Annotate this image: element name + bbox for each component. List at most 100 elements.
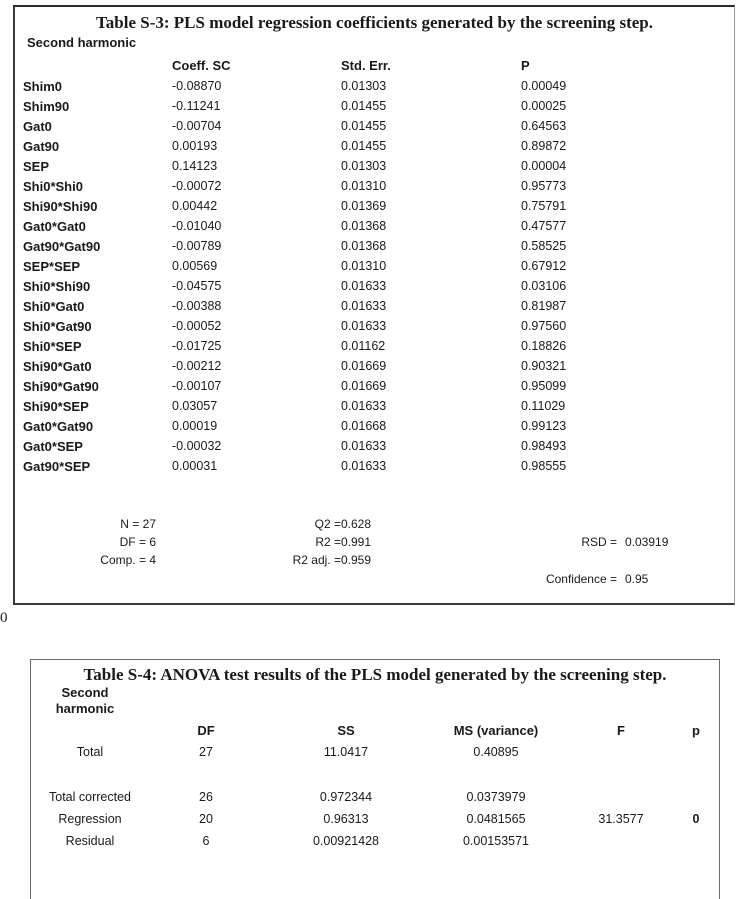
cell-coeff: 0.00019 <box>172 419 218 433</box>
cell-term: Gat0*Gat90 <box>23 419 94 434</box>
cell-p: 0.11029 <box>521 399 566 413</box>
table-s3-subheading: Second harmonic <box>27 35 137 50</box>
cell-coeff: -0.00072 <box>172 179 222 193</box>
cell-term: Shi90*Shi90 <box>23 199 98 214</box>
cell-coeff: -0.01725 <box>172 339 222 353</box>
column-header-p: P <box>521 58 530 73</box>
table-row: Gat90*Gat90 -0.00789 0.01368 0.58525 <box>15 237 734 257</box>
cell-coeff: 0.00031 <box>172 459 218 473</box>
cell-term: Shi90*Gat0 <box>23 359 92 374</box>
cell-p: 0.00025 <box>521 99 567 113</box>
cell-p: 0.00049 <box>521 79 567 93</box>
cell-coeff: -0.00212 <box>172 359 222 373</box>
column-header-df: DF <box>197 723 215 738</box>
cell-std-err: 0.01633 <box>341 319 387 333</box>
cell-std-err: 0.01162 <box>341 339 386 353</box>
cell-std-err: 0.01455 <box>341 119 387 133</box>
stat-n: N = 27 <box>120 517 156 531</box>
cell-std-err: 0.01455 <box>341 99 387 113</box>
cell-p: 0.64563 <box>521 119 567 133</box>
cell-term: Gat90 <box>23 139 60 154</box>
table-s4: Table S-4: ANOVA test results of the PLS… <box>30 659 720 899</box>
cell-source: Total corrected <box>49 790 131 804</box>
cell-p: 0.00004 <box>521 159 567 173</box>
table-row: Shi0*Shi0 -0.00072 0.01310 0.95773 <box>15 177 734 197</box>
cell-coeff: -0.00388 <box>172 299 222 313</box>
cell-term: Shi0*Shi0 <box>23 179 83 194</box>
stat-q2-value: 0.628 <box>341 517 372 531</box>
cell-std-err: 0.01310 <box>341 259 387 273</box>
cell-std-err: 0.01303 <box>341 159 387 173</box>
cell-coeff: -0.08870 <box>172 79 222 93</box>
table-row: Gat90*SEP 0.00031 0.01633 0.98555 <box>15 457 734 477</box>
table-row: Gat0*SEP -0.00032 0.01633 0.98493 <box>15 437 734 457</box>
stray-text: 0 <box>0 610 8 626</box>
cell-std-err: 0.01368 <box>341 219 387 233</box>
table-row: Gat90 0.00193 0.01455 0.89872 <box>15 137 734 157</box>
cell-source: Total <box>76 745 104 759</box>
cell-source: Regression <box>58 812 122 826</box>
cell-p: 0.99123 <box>521 419 567 433</box>
stat-q2-label: Q2 = <box>314 517 341 531</box>
table-row: SEP*SEP 0.00569 0.01310 0.67912 <box>15 257 734 277</box>
stat-r2-label: R2 = <box>315 535 341 549</box>
cell-coeff: -0.00052 <box>172 319 222 333</box>
cell-term: Shi0*Gat90 <box>23 319 92 334</box>
cell-ms: 0.00153571 <box>462 834 530 848</box>
table-row: Shi0*Gat90 -0.00052 0.01633 0.97560 <box>15 317 734 337</box>
cell-std-err: 0.01669 <box>341 359 387 373</box>
table-row: Shi0*Gat0 -0.00388 0.01633 0.81987 <box>15 297 734 317</box>
cell-coeff: 0.00442 <box>172 199 218 213</box>
stat-confidence-label: Confidence = <box>545 572 617 586</box>
column-header-ss: SS <box>337 723 355 738</box>
cell-p: 0.98555 <box>521 459 567 473</box>
table-row: Shi90*Gat0 -0.00212 0.01669 0.90321 <box>15 357 734 377</box>
cell-term: Gat0 <box>23 119 52 134</box>
cell-df: 26 <box>199 790 213 804</box>
column-header-p: p <box>692 723 700 738</box>
table-row: Shim0 -0.08870 0.01303 0.00049 <box>15 77 734 97</box>
cell-std-err: 0.01633 <box>341 299 387 313</box>
cell-p: 0.98493 <box>521 439 567 453</box>
cell-df: 27 <box>199 745 213 759</box>
cell-std-err: 0.01633 <box>341 279 387 293</box>
cell-ss: 0.96313 <box>323 812 369 826</box>
stat-r2adj-label: R2 adj. = <box>292 553 341 567</box>
table-row: Shim90 -0.11241 0.01455 0.00025 <box>15 97 734 117</box>
cell-p: 0.89872 <box>521 139 567 153</box>
cell-term: SEP*SEP <box>23 259 81 274</box>
table-row: Shi90*Gat90 -0.00107 0.01669 0.95099 <box>15 377 734 397</box>
column-header-coeff: Coeff. SC <box>172 58 231 73</box>
cell-ms: 0.40895 <box>473 745 519 759</box>
cell-p: 0.81987 <box>521 299 567 313</box>
cell-std-err: 0.01633 <box>341 399 387 413</box>
cell-p: 0.03106 <box>521 279 567 293</box>
stat-comp: Comp. = 4 <box>100 553 156 567</box>
cell-p: 0.18826 <box>521 339 567 353</box>
cell-p: 0.95099 <box>521 379 567 393</box>
cell-df: 6 <box>202 834 210 848</box>
table-row: Shi0*Shi90 -0.04575 0.01633 0.03106 <box>15 277 734 297</box>
cell-std-err: 0.01668 <box>341 419 387 433</box>
stat-r2-value: 0.991 <box>341 535 372 549</box>
cell-std-err: 0.01303 <box>341 79 387 93</box>
cell-coeff: -0.04575 <box>172 279 222 293</box>
cell-std-err: 0.01369 <box>341 199 387 213</box>
stat-rsd-value: 0.03919 <box>625 535 669 549</box>
cell-p: 0.97560 <box>521 319 567 333</box>
cell-term: Shim90 <box>23 99 70 114</box>
cell-term: SEP <box>23 159 50 174</box>
cell-ms: 0.0481565 <box>466 812 526 826</box>
table-row: Total corrected 26 0.972344 0.0373979 <box>31 790 719 810</box>
cell-coeff: 0.00569 <box>172 259 218 273</box>
table-row: Shi90*SEP 0.03057 0.01633 0.11029 <box>15 397 734 417</box>
table-s4-title: Table S-4: ANOVA test results of the PLS… <box>83 665 667 684</box>
cell-p: 0 <box>692 812 700 826</box>
cell-p: 0.95773 <box>521 179 567 193</box>
cell-df: 20 <box>199 812 213 826</box>
cell-std-err: 0.01633 <box>341 459 387 473</box>
cell-term: Gat90*SEP <box>23 459 91 474</box>
cell-term: Shi90*SEP <box>23 399 89 414</box>
table-row: Shi0*SEP -0.01725 0.01162 0.18826 <box>15 337 734 357</box>
cell-ms: 0.0373979 <box>466 790 526 804</box>
